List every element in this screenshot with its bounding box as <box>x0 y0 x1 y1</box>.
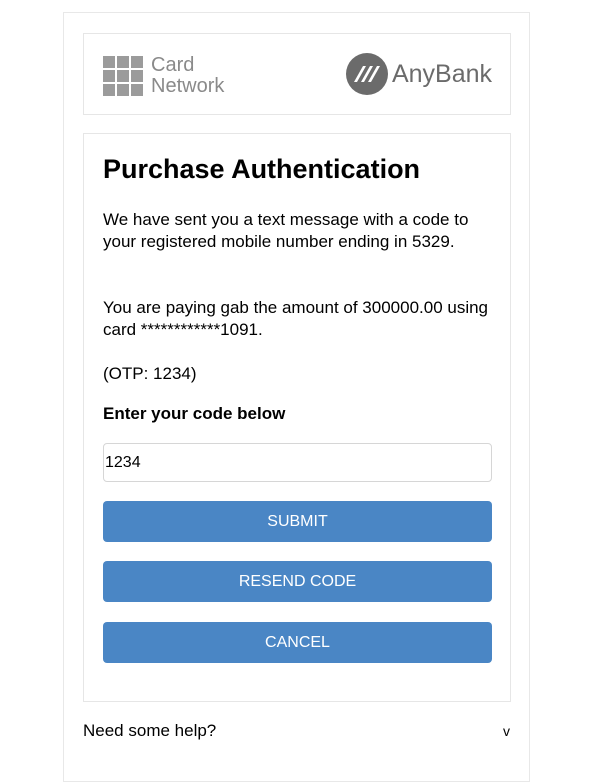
code-label: Enter your code below <box>103 404 286 423</box>
card-network-text: Card Network <box>151 55 224 97</box>
auth-card: Purchase Authentication We have sent you… <box>83 133 511 702</box>
help-label: Need some help? <box>83 721 217 740</box>
anybank-logo: AnyBank <box>345 53 492 95</box>
chevron-down-icon: v <box>503 723 510 739</box>
help-toggle[interactable]: Need some help? v <box>83 721 511 741</box>
message-sent-text: We have sent you a text message with a c… <box>103 210 469 251</box>
submit-button[interactable]: SUBMIT <box>103 501 492 542</box>
payment-info-text: You are paying gab the amount of 300000.… <box>103 298 489 339</box>
otp-code-input[interactable] <box>103 443 492 482</box>
cancel-button[interactable]: CANCEL <box>103 622 492 663</box>
card-network-line1: Card <box>151 54 195 76</box>
grid-logo-icon <box>103 56 143 96</box>
resend-code-button[interactable]: RESEND CODE <box>103 561 492 602</box>
card-network-line2: Network <box>151 75 225 97</box>
card-network-logo: Card Network <box>103 55 224 97</box>
otp-hint-text: (OTP: 1234) <box>103 364 197 383</box>
logo-bar: Card Network AnyBank <box>83 33 511 115</box>
page-title: Purchase Authentication <box>103 154 421 184</box>
bank-name: AnyBank <box>391 59 492 88</box>
anybank-logo-icon <box>345 53 388 95</box>
